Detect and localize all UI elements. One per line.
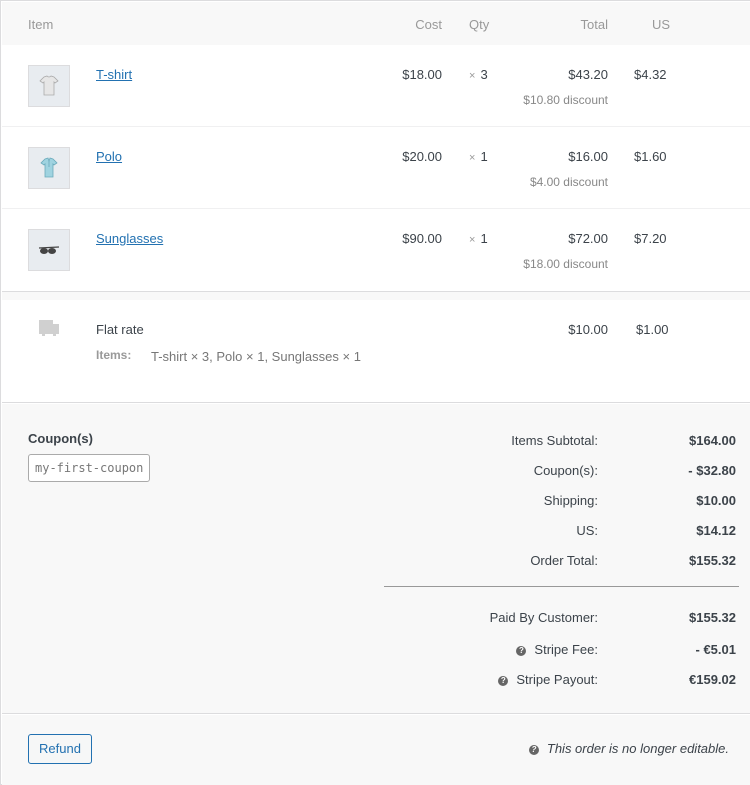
stripe-payout-value: €159.02	[689, 672, 736, 687]
product-thumbnail	[28, 65, 70, 107]
items-table-header: Item Cost Qty Total US	[2, 2, 750, 45]
item-cost: $20.00	[402, 149, 442, 164]
shipping-total-value: $10.00	[696, 493, 736, 508]
item-total: $43.20	[568, 67, 608, 82]
help-icon[interactable]: ?	[528, 745, 539, 755]
totals-separator	[384, 586, 739, 587]
item-total: $72.00	[568, 231, 608, 246]
column-header-item[interactable]: Item	[28, 17, 53, 32]
items-subtotal-value: $164.00	[689, 433, 736, 448]
order-total-label: Order Total:	[530, 553, 598, 568]
order-totals-section: Coupon(s) my-first-coupon Items Subtotal…	[2, 404, 750, 714]
column-header-tax-us[interactable]: US	[652, 17, 670, 32]
shipping-items-value: T-shirt × 3, Polo × 1, Sunglasses × 1	[151, 349, 361, 364]
product-thumbnail	[28, 147, 70, 189]
stripe-fee-value: - €5.01	[695, 642, 736, 657]
tax-total-value: $14.12	[696, 523, 736, 538]
column-header-cost[interactable]: Cost	[415, 17, 442, 32]
shipping-items-label: Items:	[96, 348, 132, 362]
shipping-line-row: Flat rate Items: T-shirt × 3, Polo × 1, …	[2, 300, 750, 403]
item-qty: × 3	[469, 67, 488, 82]
truck-icon	[39, 320, 59, 336]
coupons-heading: Coupon(s)	[28, 431, 93, 446]
item-tax: $1.60	[634, 149, 667, 164]
line-item-row: T-shirt $18.00 × 3 $43.20 $10.80 discount…	[2, 45, 750, 127]
tax-total-label: US:	[576, 523, 598, 538]
item-discount: $4.00 discount	[529, 175, 608, 189]
stripe-fee-label: ? Stripe Fee:	[516, 642, 598, 657]
item-cost: $18.00	[402, 67, 442, 82]
coupons-total-value: - $32.80	[688, 463, 736, 478]
item-tax: $4.32	[634, 67, 667, 82]
shipping-tax: $1.00	[636, 322, 669, 337]
paid-by-customer-value: $155.32	[689, 610, 736, 625]
coupon-code-chip[interactable]: my-first-coupon	[28, 454, 151, 482]
order-items-panel: Item Cost Qty Total US T-shirt $18.00 × 3…	[0, 0, 750, 785]
line-item-row: Polo $20.00 × 1 $16.00 $4.00 discount $1.…	[2, 127, 750, 209]
product-link-tshirt[interactable]: T-shirt	[96, 67, 132, 82]
item-qty: × 1	[469, 231, 488, 246]
paid-by-customer-label: Paid By Customer:	[489, 610, 598, 625]
sunglasses-icon	[38, 246, 60, 254]
help-icon[interactable]: ?	[516, 646, 527, 656]
order-actions-bar: Refund ? This order is no longer editable…	[2, 715, 750, 785]
coupons-total-label: Coupon(s):	[533, 463, 598, 478]
polo-shirt-icon	[40, 157, 58, 178]
not-editable-notice: ? This order is no longer editable.	[528, 741, 729, 756]
column-header-total[interactable]: Total	[581, 17, 608, 32]
section-gap	[2, 292, 750, 300]
item-discount: $18.00 discount	[523, 257, 608, 271]
item-discount: $10.80 discount	[523, 93, 608, 107]
shipping-method-name: Flat rate	[96, 322, 144, 337]
stripe-payout-label: ? Stripe Payout:	[498, 672, 598, 687]
product-link-sunglasses[interactable]: Sunglasses	[96, 231, 163, 246]
line-item-row: Sunglasses $90.00 × 1 $72.00 $18.00 disco…	[2, 209, 750, 291]
refund-button[interactable]: Refund	[28, 734, 92, 764]
item-total: $16.00	[568, 149, 608, 164]
help-icon[interactable]: ?	[498, 676, 509, 686]
product-thumbnail	[28, 229, 70, 271]
product-link-polo[interactable]: Polo	[96, 149, 122, 164]
tshirt-icon	[39, 75, 59, 96]
column-header-qty[interactable]: Qty	[469, 17, 489, 32]
order-total-value: $155.32	[689, 553, 736, 568]
item-qty: × 1	[469, 149, 488, 164]
shipping-total-label: Shipping:	[543, 493, 598, 508]
shipping-total: $10.00	[568, 322, 608, 337]
items-subtotal-label: Items Subtotal:	[511, 433, 598, 448]
item-cost: $90.00	[402, 231, 442, 246]
item-tax: $7.20	[634, 231, 667, 246]
